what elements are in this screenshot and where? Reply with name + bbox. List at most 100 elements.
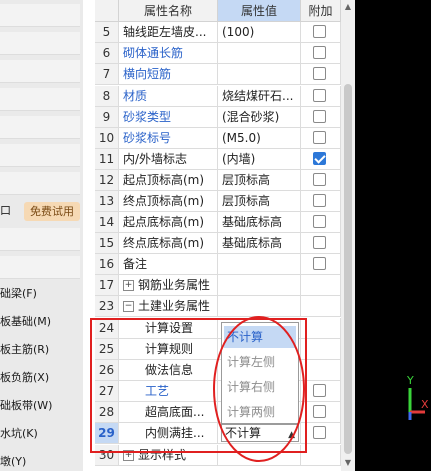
attach-checkbox[interactable] [313,67,326,80]
left-toolbar-row[interactable] [0,256,80,279]
header-attach[interactable]: 附加 [301,0,341,22]
dropdown-option[interactable]: 计算两侧 [224,401,296,423]
property-row[interactable]: 25 计算规则 [95,339,341,360]
attach-checkbox[interactable] [313,131,326,144]
property-value[interactable] [218,445,301,466]
property-value[interactable]: 烧结煤矸石... [218,86,301,107]
property-row[interactable]: 23− 土建业务属性 [95,296,341,317]
property-row[interactable]: 29 内侧满挂... [95,423,341,444]
left-toolbar-row[interactable] [0,60,80,83]
property-value[interactable] [218,254,301,275]
property-value[interactable]: 基础底标高 [218,233,301,254]
property-name[interactable]: 工艺 [119,381,218,402]
caret-up-icon[interactable]: ▲ [288,427,295,443]
property-row[interactable]: 7 横向短筋 [95,64,341,85]
nav-item-beam-foundation[interactable]: 础梁(F) [0,282,83,306]
nav-item-slab-negative-rebar[interactable]: 板负筋(X) [0,366,83,390]
attach-checkbox[interactable] [313,25,326,38]
header-property-name[interactable]: 属性名称 [119,0,218,22]
property-name[interactable]: 计算规则 [119,339,218,360]
property-row[interactable]: 24 计算设置 [95,318,341,339]
property-name[interactable]: 内/外墙标志 [119,149,218,170]
property-value[interactable] [218,296,301,317]
property-name[interactable]: 起点顶标高(m) [119,170,218,191]
property-name[interactable]: + 显示样式 [119,445,218,466]
left-toolbar-row[interactable] [0,172,80,195]
property-name[interactable]: 材质 [119,86,218,107]
property-name[interactable]: 轴线距左墙皮... [119,22,218,43]
property-name[interactable]: 计算设置 [119,318,218,339]
property-row[interactable]: 12 起点顶标高(m) 层顶标高 [95,170,341,191]
property-row[interactable]: 27 工艺 [95,381,341,402]
property-name[interactable]: 砂浆标号 [119,128,218,149]
property-value[interactable]: 层顶标高 [218,170,301,191]
property-value[interactable]: (M5.0) [218,128,301,149]
property-value[interactable] [218,64,301,85]
dropdown-option[interactable]: 计算左侧 [224,351,296,373]
property-row[interactable]: 13 终点顶标高(m) 层顶标高 [95,191,341,212]
attach-checkbox[interactable] [313,110,326,123]
nav-item-slab-foundation[interactable]: 板基础(M) [0,310,83,334]
scroll-thumb[interactable] [344,84,352,454]
value-select[interactable]: 不计算 ▲ [221,424,299,442]
property-row[interactable]: 26 做法信息 [95,360,341,381]
property-value[interactable] [218,275,301,296]
property-row[interactable]: 8 材质 烧结煤矸石... [95,86,341,107]
property-value[interactable]: (100) [218,22,301,43]
header-property-value[interactable]: 属性值 [218,0,301,22]
property-row[interactable]: 10 砂浆标号 (M5.0) [95,128,341,149]
nav-item-sump-pit[interactable]: 水坑(K) [0,422,83,446]
free-trial-badge[interactable]: 免费试用 [24,202,80,221]
property-name[interactable]: 起点底标高(m) [119,212,218,233]
attach-checkbox[interactable] [313,384,326,397]
dropdown-option[interactable]: 不计算 [224,326,296,348]
nav-item-foundation-slab-band[interactable]: 础板带(W) [0,394,83,418]
property-row[interactable]: 15 终点底标高(m) 基础底标高 [95,233,341,254]
left-toolbar-row[interactable] [0,144,80,167]
attach-checkbox[interactable] [313,89,326,102]
left-toolbar-row[interactable] [0,116,80,139]
nav-item-slab-main-rebar[interactable]: 板主筋(R) [0,338,83,362]
property-value[interactable]: (混合砂浆) [218,107,301,128]
property-row[interactable]: 11 内/外墙标志 (内墙) [95,149,341,170]
left-toolbar-row[interactable] [0,88,80,111]
property-name[interactable]: 终点底标高(m) [119,233,218,254]
property-value[interactable] [218,43,301,64]
property-row[interactable]: 9 砂浆类型 (混合砂浆) [95,107,341,128]
property-row[interactable]: 16 备注 [95,254,341,275]
property-row[interactable]: 28 超高底面... [95,402,341,423]
expand-icon[interactable]: + [123,280,134,291]
expand-icon[interactable]: + [123,450,134,461]
property-row[interactable]: 14 起点底标高(m) 基础底标高 [95,212,341,233]
property-row[interactable]: 17 + 钢筋业务属性 [95,275,341,296]
collapse-icon[interactable]: − [123,301,134,312]
attach-checkbox[interactable] [313,405,326,418]
property-name[interactable]: 终点顶标高(m) [119,191,218,212]
property-value[interactable]: (内墙) [218,149,301,170]
property-row[interactable]: 5 轴线距左墙皮... (100) [95,22,341,43]
property-name[interactable]: 做法信息 [119,360,218,381]
attach-checkbox[interactable] [313,46,326,59]
scroll-down-icon[interactable]: ▼ [343,458,353,468]
left-toolbar-row[interactable] [0,4,80,27]
attach-checkbox[interactable] [313,194,326,207]
property-value[interactable]: 基础底标高 [218,212,301,233]
left-toolbar-row[interactable] [0,228,80,251]
nav-item-pier[interactable]: 墩(Y) [0,450,83,474]
property-name[interactable]: 超高底面... [119,402,218,423]
property-name[interactable]: 横向短筋 [119,64,218,85]
property-name[interactable]: 砌体通长筋 [119,43,218,64]
property-name[interactable]: − 土建业务属性 [119,296,218,317]
property-row[interactable]: 6 砌体通长筋 [95,43,341,64]
vertical-scrollbar[interactable]: ▲ ▼ [341,0,355,471]
3d-viewport[interactable]: Y X [355,0,431,471]
attach-checkbox[interactable] [313,173,326,186]
property-name[interactable]: + 钢筋业务属性 [119,275,218,296]
attach-checkbox[interactable] [313,426,326,439]
attach-checkbox[interactable] [313,215,326,228]
scroll-up-icon[interactable]: ▲ [343,2,353,12]
property-name[interactable]: 内侧满挂... [119,423,218,444]
attach-checkbox[interactable] [313,236,326,249]
left-toolbar-row[interactable] [0,32,80,55]
property-value[interactable]: 层顶标高 [218,191,301,212]
